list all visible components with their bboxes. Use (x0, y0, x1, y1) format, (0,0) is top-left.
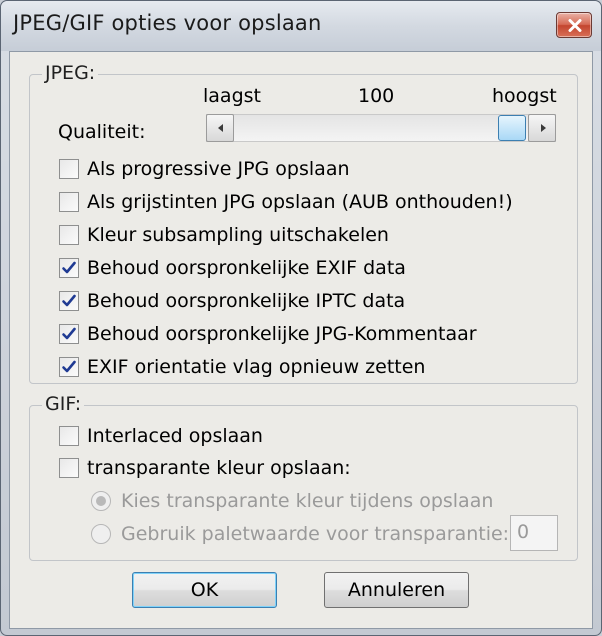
checkmark-icon (62, 360, 76, 373)
radio-selected-dot (96, 496, 106, 506)
quality-slider-thumb[interactable] (498, 115, 526, 141)
jpeg-option-label: Behoud oorspronkelijke IPTC data (87, 290, 406, 312)
jpeg-option-label: Als grijstinten JPG opslaan (AUB onthoud… (87, 191, 513, 213)
radio-choose-transparent-label: Kies transparante kleur tijdens opslaan (121, 490, 494, 512)
gif-legend: GIF: (42, 393, 85, 415)
radio-palette-transparent-label: Gebruik paletwaarde voor transparantie: (121, 523, 510, 545)
quality-low-label: laagst (203, 85, 261, 107)
dialog-client: JPEG: laagst 100 hoogst Qualiteit: Als p… (9, 51, 593, 629)
radio-choose-transparent[interactable] (91, 491, 111, 511)
jpeg-group: JPEG: laagst 100 hoogst Qualiteit: Als p… (29, 62, 578, 384)
jpeg-option-label: Als progressive JPG opslaan (87, 158, 350, 180)
transparent-color-checkbox[interactable] (59, 458, 79, 478)
quality-value: 100 (358, 85, 395, 107)
gif-group: GIF: Interlaced opslaan transparante kle… (29, 393, 578, 561)
window-title: JPEG/GIF opties voor opslaan (13, 11, 322, 35)
radio-palette-transparent[interactable] (91, 524, 111, 544)
jpeg-option-checkbox[interactable] (59, 258, 79, 278)
palette-value-input[interactable]: 0 (510, 515, 558, 551)
checkmark-icon (62, 327, 76, 340)
interlaced-label: Interlaced opslaan (87, 425, 263, 447)
transparent-color-label: transparante kleur opslaan: (87, 457, 351, 479)
close-button[interactable] (556, 12, 592, 38)
jpeg-option-checkbox[interactable] (59, 291, 79, 311)
arrow-left-icon (218, 124, 223, 132)
jpeg-legend: JPEG: (42, 62, 99, 84)
arrow-right-icon (541, 124, 546, 132)
interlaced-checkbox[interactable] (59, 426, 79, 446)
jpeg-option-checkbox[interactable] (59, 192, 79, 212)
jpeg-option-checkbox[interactable] (59, 225, 79, 245)
dialog-window: JPEG/GIF opties voor opslaan JPEG: laags… (0, 0, 602, 636)
jpeg-option-checkbox[interactable] (59, 357, 79, 377)
jpeg-option-checkbox[interactable] (59, 324, 79, 344)
quality-decrease-button[interactable] (206, 114, 234, 142)
cancel-button[interactable]: Annuleren (324, 572, 469, 608)
quality-increase-button[interactable] (528, 114, 556, 142)
jpeg-option-label: Kleur subsampling uitschakelen (87, 224, 389, 246)
title-bar[interactable]: JPEG/GIF opties voor opslaan (1, 1, 601, 51)
quality-high-label: hoogst (492, 85, 557, 107)
jpeg-option-label: Behoud oorspronkelijke JPG-Kommentaar (87, 323, 477, 345)
checkmark-icon (62, 261, 76, 274)
checkmark-icon (62, 294, 76, 307)
quality-label: Qualiteit: (58, 121, 146, 143)
jpeg-option-label: Behoud oorspronkelijke EXIF data (87, 257, 406, 279)
ok-button[interactable]: OK (132, 572, 277, 608)
close-icon (568, 19, 582, 32)
jpeg-option-checkbox[interactable] (59, 159, 79, 179)
jpeg-option-label: EXIF orientatie vlag opnieuw zetten (87, 356, 426, 378)
